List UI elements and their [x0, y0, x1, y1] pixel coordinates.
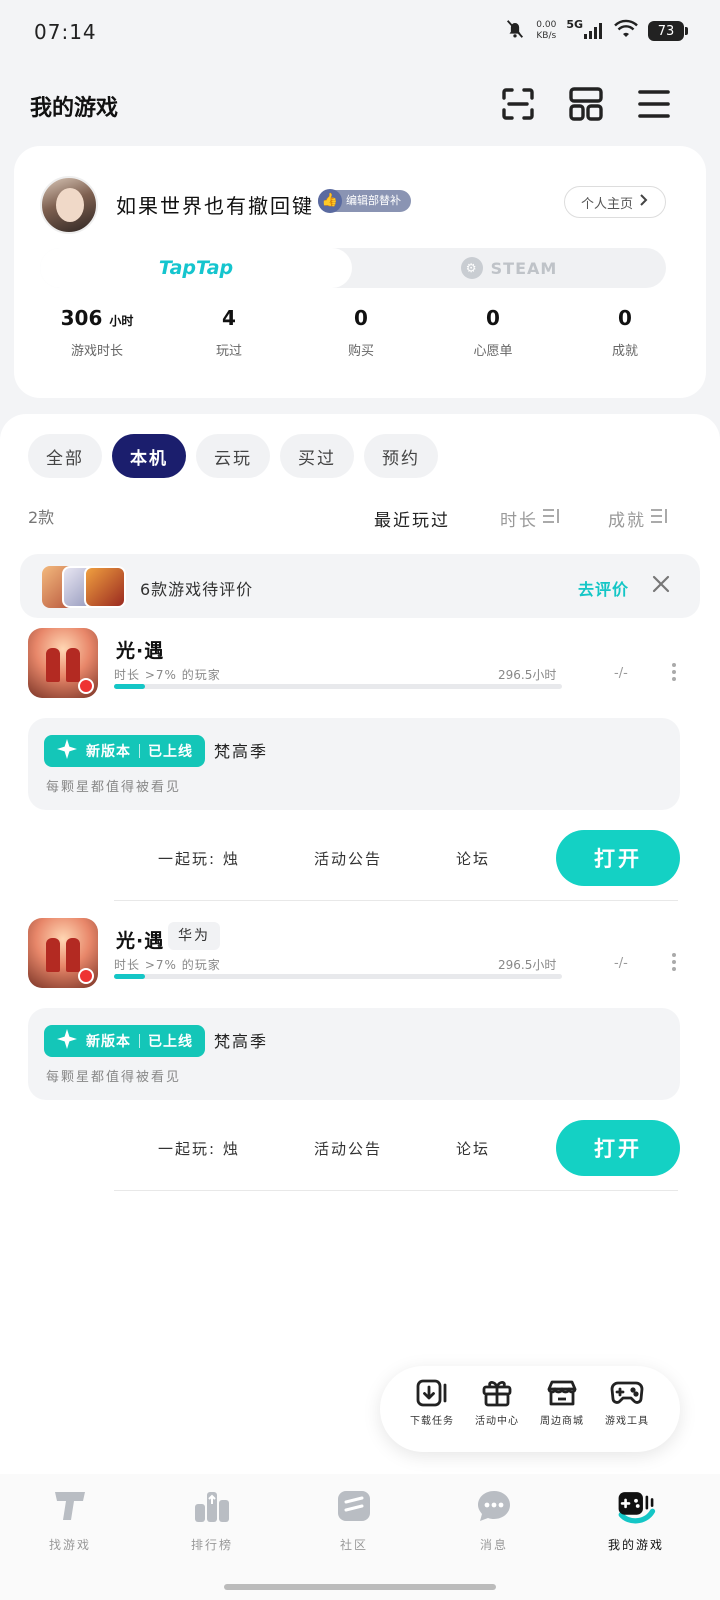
forum-link[interactable]: 论坛	[456, 848, 490, 869]
steam-icon: ⚙	[460, 257, 483, 279]
username: 如果世界也有撤回键	[116, 194, 314, 218]
news-title: 梵高季	[214, 742, 269, 761]
open-game-button[interactable]: 打开	[556, 1120, 680, 1176]
tool-game-tools[interactable]: 游戏工具	[595, 1378, 659, 1427]
game-hours: 296.5小时	[498, 958, 557, 972]
shop-icon	[545, 1378, 579, 1408]
net-speed: 0.00 KB/s	[536, 20, 557, 41]
cell-signal-icon: 5G	[566, 18, 604, 39]
menu-icon[interactable]	[634, 84, 674, 124]
layout-grid-icon[interactable]	[566, 84, 606, 124]
sort-order-icon	[542, 508, 560, 529]
wifi-icon	[614, 19, 638, 43]
divider	[114, 1190, 678, 1191]
download-icon	[415, 1378, 449, 1408]
filter-cloud[interactable]: 云玩	[196, 434, 270, 478]
filter-bought[interactable]: 买过	[280, 434, 354, 478]
close-icon[interactable]	[652, 574, 670, 596]
nav-find-games[interactable]: 找游戏	[20, 1486, 120, 1553]
playtime-progress	[114, 974, 562, 979]
channel-tag: 华为	[168, 922, 220, 950]
battery-indicator: 73	[648, 21, 688, 41]
game-name[interactable]: 光·遇	[116, 636, 164, 663]
filter-reserved[interactable]: 预约	[364, 434, 438, 478]
go-review-link[interactable]: 去评价	[578, 576, 629, 600]
stat-wishlist[interactable]: 0 心愿单	[428, 306, 558, 359]
platform-tab-steam[interactable]: ⚙ STEAM	[352, 248, 666, 288]
ranking-icon	[192, 1486, 232, 1526]
game-percentile: 时长 >7% 的玩家	[114, 958, 221, 972]
platform-tab-taptap[interactable]: TapTap	[40, 248, 352, 288]
pending-review-game-icons	[42, 566, 126, 608]
mute-bell-icon	[504, 18, 526, 44]
tool-merch-shop[interactable]: 周边商城	[530, 1378, 594, 1427]
avatar[interactable]	[40, 176, 98, 234]
nav-rankings[interactable]: 排行榜	[162, 1486, 262, 1553]
playtime-progress	[114, 684, 562, 689]
announcements-link[interactable]: 活动公告	[314, 848, 382, 869]
nav-messages[interactable]: 消息	[444, 1486, 544, 1553]
more-options-icon[interactable]	[670, 952, 678, 972]
stat-achievements[interactable]: 0 成就	[560, 306, 690, 359]
game-percentile: 时长 >7% 的玩家	[114, 668, 221, 682]
review-prompt-text: 6款游戏待评价	[140, 580, 254, 599]
status-time: 07:14	[34, 20, 97, 44]
tool-download-tasks[interactable]: 下载任务	[400, 1378, 464, 1427]
nav-community[interactable]: 社区	[304, 1486, 404, 1553]
new-version-pill: 新版本 已上线	[44, 735, 205, 767]
message-icon	[474, 1486, 514, 1526]
gamepad-icon	[610, 1378, 644, 1408]
thumbs-up-icon: 👍	[318, 189, 342, 213]
sort-achievement[interactable]: 成就	[608, 506, 668, 531]
editor-badge: 👍 编辑部替补	[318, 189, 411, 213]
nav-my-games[interactable]: 我的游戏	[586, 1486, 686, 1553]
new-version-pill: 新版本 已上线	[44, 1025, 205, 1057]
sort-order-icon	[650, 508, 668, 529]
news-description: 每颗星都值得被看见	[46, 1070, 182, 1085]
status-icons: 0.00 KB/s 5G 73	[504, 18, 688, 44]
game-icon[interactable]	[28, 918, 98, 988]
taptap-icon	[50, 1486, 90, 1526]
game-icon[interactable]	[28, 628, 98, 698]
sparkle-icon	[56, 738, 78, 764]
divider	[114, 900, 678, 901]
open-game-button[interactable]: 打开	[556, 830, 680, 886]
my-games-icon	[616, 1486, 656, 1526]
stat-play-time[interactable]: 306 小时 游戏时长	[32, 306, 162, 359]
sort-recent[interactable]: 最近玩过	[374, 506, 450, 531]
game-count: 2款	[28, 508, 55, 527]
news-title: 梵高季	[214, 1032, 269, 1051]
forum-link[interactable]: 论坛	[456, 1138, 490, 1159]
page-title: 我的游戏	[30, 96, 119, 121]
gift-icon	[480, 1378, 514, 1408]
stat-played[interactable]: 4 玩过	[164, 306, 294, 359]
filter-all[interactable]: 全部	[28, 434, 102, 478]
more-options-icon[interactable]	[670, 662, 678, 682]
stat-purchased[interactable]: 0 购买	[296, 306, 426, 359]
announcements-link[interactable]: 活动公告	[314, 1138, 382, 1159]
sparkle-icon	[56, 1028, 78, 1054]
community-icon	[334, 1486, 374, 1526]
news-description: 每颗星都值得被看见	[46, 780, 182, 795]
game-hours: 296.5小时	[498, 668, 557, 682]
home-indicator	[224, 1584, 496, 1590]
sort-duration[interactable]: 时长	[500, 506, 560, 531]
play-together-link[interactable]: 一起玩: 烛	[158, 1138, 240, 1159]
play-together-link[interactable]: 一起玩: 烛	[158, 848, 240, 869]
tool-activity-center[interactable]: 活动中心	[465, 1378, 529, 1427]
filter-local[interactable]: 本机	[112, 434, 186, 478]
game-achievement: -/-	[614, 956, 628, 971]
game-achievement: -/-	[614, 666, 628, 681]
chevron-right-icon	[639, 193, 649, 211]
scan-icon[interactable]	[498, 84, 538, 124]
game-name[interactable]: 光·遇	[116, 926, 164, 953]
profile-home-button[interactable]: 个人主页	[564, 186, 666, 218]
